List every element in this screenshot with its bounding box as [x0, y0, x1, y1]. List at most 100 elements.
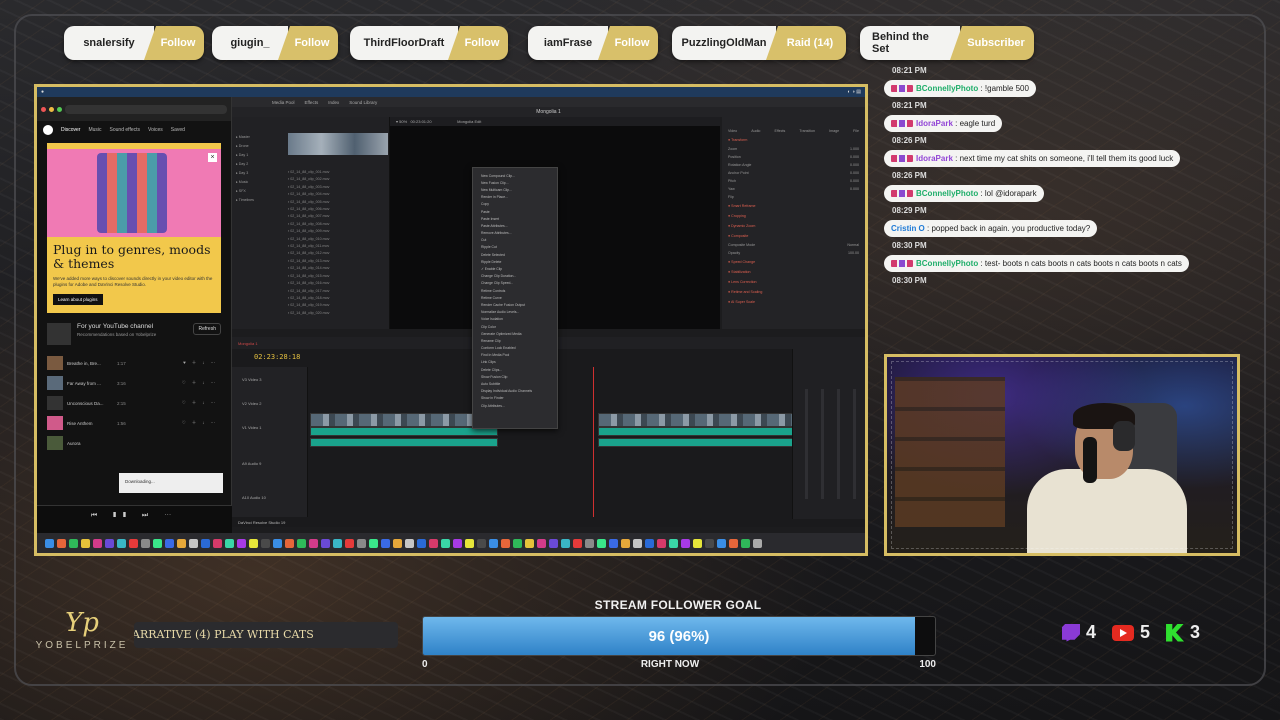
app-icon[interactable]	[201, 538, 210, 548]
mixer-fader[interactable]	[821, 389, 824, 499]
app-icon[interactable]	[249, 538, 258, 548]
refresh-button[interactable]: Refresh	[193, 323, 221, 335]
tab-saved[interactable]: Saved	[171, 127, 185, 133]
minimize-window-icon[interactable]	[49, 106, 54, 112]
url-bar[interactable]	[65, 104, 227, 114]
menu-item[interactable]: Generate Optimized Media	[473, 330, 557, 337]
app-icon[interactable]	[57, 538, 66, 548]
app-icon[interactable]	[621, 538, 630, 548]
menu-item[interactable]: Find In Media Pool	[473, 352, 557, 359]
menu-item[interactable]: Display Individual Audio Channels	[473, 388, 557, 395]
menu-item[interactable]: Change Clip Duration...	[473, 273, 557, 280]
app-icon[interactable]	[573, 538, 582, 548]
list-item[interactable]: Far Away from ... 3:16 ♡＋↓⋯	[37, 373, 231, 393]
app-icon[interactable]	[729, 538, 738, 548]
app-icon[interactable]	[681, 538, 690, 548]
epidemic-logo-icon[interactable]	[43, 125, 53, 135]
menu-item[interactable]: Retime Curve	[473, 294, 557, 301]
app-icon[interactable]	[633, 538, 642, 548]
list-item[interactable]: Unconscious Da... 2:15 ♡＋↓⋯	[37, 393, 231, 413]
menu-item[interactable]: Paste Attributes...	[473, 222, 557, 229]
track-label-v3[interactable]: V3 Video 3	[242, 377, 262, 382]
inspector-section-ai-super-scale[interactable]: ● AI Super Scale	[722, 297, 865, 307]
menu-item[interactable]: Paste Insert	[473, 215, 557, 222]
app-icon[interactable]	[381, 538, 390, 548]
timeline-clip[interactable]	[310, 438, 498, 447]
app-icon[interactable]	[141, 538, 150, 548]
app-icon[interactable]	[309, 538, 318, 548]
menu-item[interactable]: Paste	[473, 208, 557, 215]
menu-item[interactable]: Auto Subtitle	[473, 380, 557, 387]
app-icon[interactable]	[597, 538, 606, 548]
inspector-row[interactable]: Rotation Angle 0.000	[722, 161, 865, 169]
app-icon[interactable]	[393, 538, 402, 548]
menu-item[interactable]: ✓ Enable Clip	[473, 265, 557, 272]
track-label-v1[interactable]: V1 Video 1	[242, 425, 262, 430]
menu-item[interactable]: Cut	[473, 237, 557, 244]
menu-item[interactable]: Link Clips	[473, 359, 557, 366]
app-icon[interactable]	[333, 538, 342, 548]
list-item[interactable]: Aurora	[37, 433, 231, 453]
app-icon[interactable]	[69, 538, 78, 548]
inspector-section-composite[interactable]: ● Composite	[722, 231, 865, 241]
inspector-row[interactable]: Position 0.000	[722, 153, 865, 161]
app-icon[interactable]	[693, 538, 702, 548]
app-icon[interactable]	[489, 538, 498, 548]
menu-item[interactable]: Render Cache Fusion Output	[473, 301, 557, 308]
playhead[interactable]	[593, 367, 594, 517]
player-controls[interactable]: ⏮ ❚❚ ⏭ ⋯	[37, 512, 232, 520]
app-icon[interactable]	[561, 538, 570, 548]
app-icon[interactable]	[345, 538, 354, 548]
menu-item[interactable]: Delete Clips...	[473, 366, 557, 373]
app-icon[interactable]	[477, 538, 486, 548]
menu-item[interactable]: Ripple Cut	[473, 244, 557, 251]
menu-item[interactable]: Ripple Delete	[473, 258, 557, 265]
mixer-fader[interactable]	[805, 389, 808, 499]
index-tab[interactable]: Index	[328, 100, 339, 105]
clip-thumbnails[interactable]	[288, 133, 388, 155]
app-icon[interactable]	[165, 538, 174, 548]
timeline-clip[interactable]	[310, 427, 498, 436]
inspector-section-lens-correction[interactable]: ● Lens Correction	[722, 277, 865, 287]
app-icon[interactable]	[417, 538, 426, 548]
menu-item[interactable]: Conform Lock Enabled	[473, 345, 557, 352]
app-icon[interactable]	[453, 538, 462, 548]
app-icon[interactable]	[81, 538, 90, 548]
app-icon[interactable]	[525, 538, 534, 548]
app-icon[interactable]	[261, 538, 270, 548]
media-pool-tab[interactable]: Media Pool	[272, 100, 295, 105]
clip-list[interactable]: ▪ 02_14_88_clip_001.mov ▪ 02_14_88_clip_0…	[288, 169, 388, 317]
app-icon[interactable]	[213, 538, 222, 548]
menu-item[interactable]: Copy	[473, 201, 557, 208]
menu-item[interactable]: New Compound Clip...	[473, 172, 557, 179]
inspector-section-transform[interactable]: ● Transform	[722, 135, 865, 145]
menu-item[interactable]: Remove Attributes...	[473, 230, 557, 237]
menu-item[interactable]: Normalize Audio Levels...	[473, 309, 557, 316]
inspector-section-smart-reframe[interactable]: ● Smart Reframe	[722, 201, 865, 211]
app-icon[interactable]	[741, 538, 750, 548]
timeline-clip[interactable]	[598, 427, 794, 436]
sound-library-tab[interactable]: Sound Library	[349, 100, 377, 105]
track-actions[interactable]: ♡＋↓⋯	[182, 380, 221, 386]
app-icon[interactable]	[669, 538, 678, 548]
timeline-clip[interactable]	[310, 413, 498, 427]
app-icon[interactable]	[585, 538, 594, 548]
menu-item[interactable]: Clip Attributes...	[473, 402, 557, 409]
zoom-window-icon[interactable]	[57, 106, 62, 112]
tab-voices[interactable]: Voices	[148, 127, 163, 133]
close-window-icon[interactable]	[41, 106, 46, 112]
app-icon[interactable]	[321, 538, 330, 548]
app-icon[interactable]	[105, 538, 114, 548]
inspector-row[interactable]: Zoom 1.000	[722, 145, 865, 153]
menu-item[interactable]: New Fusion Clip...	[473, 179, 557, 186]
app-icon[interactable]	[225, 538, 234, 548]
menu-item[interactable]: Rename Clip	[473, 337, 557, 344]
list-item[interactable]: Breathe in, Bre... 1:17 ♥＋↓⋯	[37, 353, 231, 373]
menu-item[interactable]: Render in Place...	[473, 194, 557, 201]
tab-music[interactable]: Music	[88, 127, 101, 133]
inspector-row[interactable]: Flip	[722, 193, 865, 201]
inspector-row[interactable]: Opacity 100.00	[722, 249, 865, 257]
track-label-a10[interactable]: A10 Audio 10	[242, 495, 266, 500]
timeline-clip[interactable]	[598, 413, 794, 427]
track-actions[interactable]: ♡＋↓⋯	[182, 420, 221, 426]
